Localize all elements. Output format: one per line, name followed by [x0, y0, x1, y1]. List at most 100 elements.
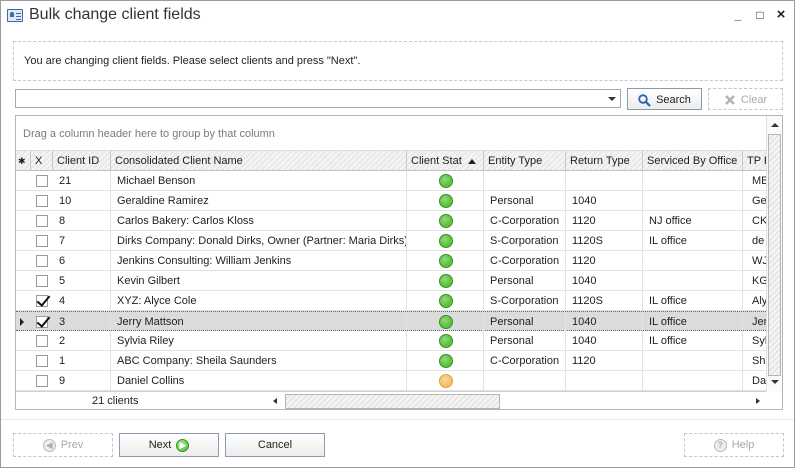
cell-return-type[interactable]: 1120 [566, 351, 643, 371]
scroll-down-icon[interactable] [771, 380, 779, 384]
table-row[interactable]: 2 Sylvia Riley Personal 1040 IL office Syl [16, 331, 766, 351]
cell-client-name[interactable]: XYZ: Alyce Cole [111, 291, 407, 311]
cell-return-type[interactable]: 1120S [566, 291, 643, 311]
cell-entity-type[interactable]: C-Corporation [484, 251, 566, 271]
cell-serviced-by-office[interactable] [643, 251, 743, 271]
close-button[interactable]: × [773, 7, 789, 23]
row-checkbox[interactable] [36, 195, 48, 207]
cell-client-name[interactable]: Kevin Gilbert [111, 271, 407, 291]
cell-entity-type[interactable] [484, 371, 566, 391]
cell-return-type[interactable] [566, 171, 643, 191]
scroll-up-icon[interactable] [771, 123, 779, 127]
cell-client-name[interactable]: Michael Benson [111, 171, 407, 191]
maximize-button[interactable]: □ [752, 7, 768, 23]
row-checkbox[interactable] [36, 316, 48, 328]
table-row[interactable]: 5Kevin Gilbert Personal1040 KG [16, 271, 766, 291]
cell-serviced-by-office[interactable] [643, 371, 743, 391]
cell-tp[interactable]: de [743, 231, 766, 251]
cell-client-id[interactable]: 7 [53, 231, 111, 251]
row-checkbox[interactable] [36, 275, 48, 287]
cell-entity-type[interactable]: Personal [484, 331, 566, 351]
header-client-id[interactable]: Client ID [53, 151, 111, 171]
cell-entity-type[interactable]: Personal [484, 191, 566, 211]
next-button[interactable]: Next ▶ [119, 433, 219, 457]
row-checkbox[interactable] [36, 235, 48, 247]
cell-client-id[interactable]: 1 [53, 351, 111, 371]
cell-entity-type[interactable]: Personal [484, 312, 566, 332]
table-row[interactable]: 8 Carlos Bakery: Carlos Kloss C-Corporatio… [16, 211, 766, 231]
table-row[interactable]: 6 Jenkins Consulting: William Jenkins C-Co… [16, 251, 766, 271]
cell-entity-type[interactable]: C-Corporation [484, 351, 566, 371]
cell-return-type[interactable]: 1120S [566, 231, 643, 251]
table-row[interactable]: 1 ABC Company: Sheila Saunders C-Corporati… [16, 351, 766, 371]
cell-serviced-by-office[interactable]: IL office [643, 331, 743, 351]
row-checkbox[interactable] [36, 355, 48, 367]
vertical-scroll-thumb[interactable] [768, 134, 781, 376]
header-client-status[interactable]: Client Stat [407, 151, 484, 171]
cell-client-id[interactable]: 3 [53, 312, 111, 332]
group-by-panel[interactable]: Drag a column header here to group by th… [16, 116, 766, 151]
row-checkbox[interactable] [36, 255, 48, 267]
cell-tp[interactable]: Jer [743, 312, 766, 332]
header-return-type[interactable]: Return Type [566, 151, 643, 171]
cell-tp[interactable]: MB [743, 171, 766, 191]
cell-entity-type[interactable]: S-Corporation [484, 291, 566, 311]
table-row[interactable]: 10 Geraldine Ramirez Personal 1040 Ge [16, 191, 766, 211]
cell-client-id[interactable]: 6 [53, 251, 111, 271]
row-checkbox[interactable] [36, 335, 48, 347]
cell-serviced-by-office[interactable]: NJ office [643, 211, 743, 231]
cell-tp[interactable]: WJ [743, 251, 766, 271]
cell-serviced-by-office[interactable]: IL office [643, 291, 743, 311]
cell-return-type[interactable]: 1040 [566, 312, 643, 332]
table-row[interactable]: 3 Jerry Mattson Personal 1040 IL office Jer [16, 311, 766, 332]
cell-client-name[interactable]: ABC Company: Sheila Saunders [111, 351, 407, 371]
header-serviced-by-office[interactable]: Serviced By Office [643, 151, 743, 171]
header-tp[interactable]: TP F [743, 151, 766, 171]
cell-client-name[interactable]: Geraldine Ramirez [111, 191, 407, 211]
cell-tp[interactable]: Aly [743, 291, 766, 311]
cell-tp[interactable]: KG [743, 271, 766, 291]
scroll-left-icon[interactable] [273, 398, 277, 404]
cell-tp[interactable]: CK [743, 211, 766, 231]
clear-button[interactable]: Clear [708, 88, 783, 110]
cell-return-type[interactable]: 1040 [566, 331, 643, 351]
row-checkbox[interactable] [36, 375, 48, 387]
row-checkbox[interactable] [36, 175, 48, 187]
row-checkbox[interactable] [36, 215, 48, 227]
cell-tp[interactable]: Da [743, 371, 766, 391]
cell-entity-type[interactable]: S-Corporation [484, 231, 566, 251]
horizontal-scroll-thumb[interactable] [285, 394, 500, 409]
cell-serviced-by-office[interactable] [643, 191, 743, 211]
table-row[interactable]: 4 XYZ: Alyce Cole S-Corporation 1120S IL off… [16, 291, 766, 311]
chevron-down-icon[interactable] [608, 97, 616, 101]
cell-return-type[interactable]: 1040 [566, 271, 643, 291]
search-input[interactable] [15, 89, 621, 108]
help-button[interactable]: ? Help [684, 433, 784, 457]
cell-client-id[interactable]: 10 [53, 191, 111, 211]
cell-return-type[interactable]: 1040 [566, 191, 643, 211]
header-client-name[interactable]: Consolidated Client Name [111, 151, 407, 171]
cell-client-name[interactable]: Jenkins Consulting: William Jenkins [111, 251, 407, 271]
cell-return-type[interactable]: 1120 [566, 211, 643, 231]
cell-client-id[interactable]: 5 [53, 271, 111, 291]
minimize-button[interactable]: _ [730, 7, 746, 23]
cell-entity-type[interactable] [484, 171, 566, 191]
cell-client-name[interactable]: Jerry Mattson [111, 312, 407, 332]
cell-client-id[interactable]: 4 [53, 291, 111, 311]
cell-client-id[interactable]: 9 [53, 371, 111, 391]
cell-tp[interactable]: Syl [743, 331, 766, 351]
cell-client-name[interactable]: Dirks Company: Donald Dirks, Owner (Part… [111, 231, 407, 251]
cell-client-id[interactable]: 8 [53, 211, 111, 231]
cell-serviced-by-office[interactable]: IL office [643, 312, 743, 332]
table-row[interactable]: 9 Daniel Collins Da [16, 371, 766, 391]
cell-entity-type[interactable]: Personal [484, 271, 566, 291]
header-entity-type[interactable]: Entity Type [484, 151, 566, 171]
cancel-button[interactable]: Cancel [225, 433, 325, 457]
cell-client-name[interactable]: Carlos Bakery: Carlos Kloss [111, 211, 407, 231]
prev-button[interactable]: ◀ Prev [13, 433, 113, 457]
cell-entity-type[interactable]: C-Corporation [484, 211, 566, 231]
cell-return-type[interactable]: 1120 [566, 251, 643, 271]
row-checkbox[interactable] [36, 295, 48, 307]
vertical-scrollbar[interactable] [766, 116, 782, 391]
cell-serviced-by-office[interactable] [643, 351, 743, 371]
